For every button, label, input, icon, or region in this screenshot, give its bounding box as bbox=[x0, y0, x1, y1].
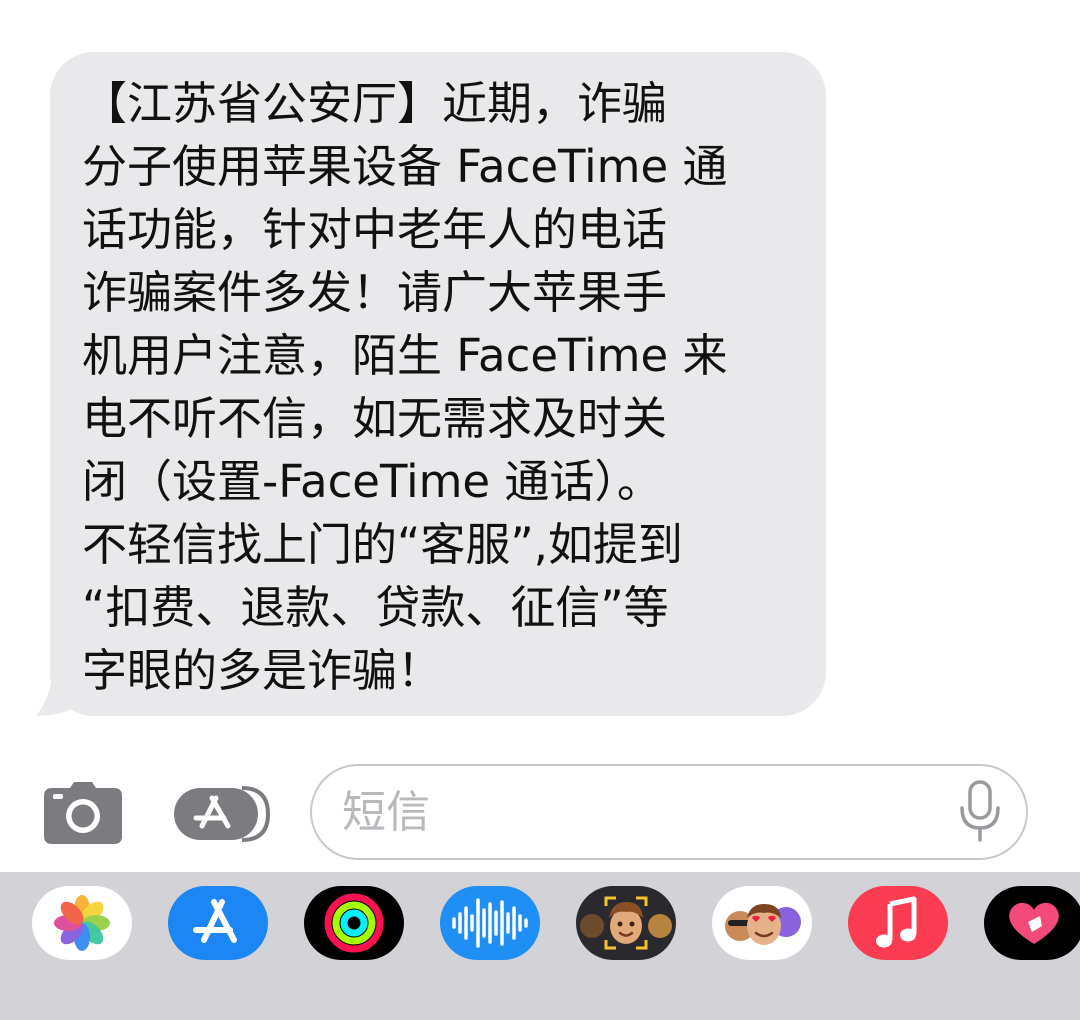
message-line: 字眼的多是诈骗！ bbox=[82, 644, 443, 697]
message-line: 机用户注意，陌生 FaceTime 来 bbox=[82, 329, 728, 382]
photos-icon bbox=[54, 895, 110, 951]
camera-icon bbox=[44, 782, 122, 844]
message-line: 诈骗案件多发！请广大苹果手 bbox=[82, 266, 668, 319]
message-text: 【江苏省公安厅】近期，诈骗 分子使用苹果设备 FaceTime 通 话功能，针对… bbox=[82, 72, 802, 702]
app-music[interactable] bbox=[848, 886, 948, 960]
imessage-app-drawer bbox=[0, 872, 1080, 1020]
message-line: 话功能，针对中老年人的电话 bbox=[82, 203, 668, 256]
dictation-button[interactable] bbox=[958, 780, 1002, 844]
app-app-store[interactable] bbox=[168, 886, 268, 960]
digital-touch-heart-icon bbox=[1009, 902, 1059, 944]
app-activity[interactable] bbox=[304, 886, 404, 960]
compose-bar bbox=[0, 760, 1080, 872]
app-store-icon bbox=[193, 899, 237, 943]
apps-button[interactable] bbox=[172, 784, 271, 844]
message-line: “扣费、退款、贷款、征信”等 bbox=[82, 581, 669, 634]
activity-rings-icon bbox=[324, 893, 384, 953]
app-memoji[interactable] bbox=[576, 886, 676, 960]
app-audio-message[interactable] bbox=[440, 886, 540, 960]
app-memoji-stickers[interactable] bbox=[712, 886, 812, 960]
message-line: 分子使用苹果设备 FaceTime 通 bbox=[82, 140, 728, 193]
memoji-stickers-icon bbox=[725, 904, 801, 945]
message-line: 闭（设置-FaceTime 通话）。 bbox=[82, 455, 662, 508]
app-photos[interactable] bbox=[32, 886, 132, 960]
memoji-icon bbox=[580, 896, 672, 950]
camera-button[interactable] bbox=[44, 782, 122, 844]
audio-waveform-icon bbox=[452, 898, 528, 948]
microphone-icon bbox=[960, 780, 1000, 842]
message-input[interactable] bbox=[342, 766, 932, 858]
app-digital-touch[interactable] bbox=[984, 886, 1080, 960]
app-store-icon bbox=[174, 786, 271, 842]
message-line: 不轻信找上门的“客服”,如提到 bbox=[82, 518, 683, 571]
message-thread: 【江苏省公安厅】近期，诈骗 分子使用苹果设备 FaceTime 通 话功能，针对… bbox=[0, 0, 1080, 760]
music-note-icon bbox=[876, 896, 917, 948]
message-line: 【江苏省公安厅】近期，诈骗 bbox=[82, 77, 668, 130]
message-field[interactable] bbox=[310, 764, 1028, 860]
message-line: 电不听不信，如无需求及时关 bbox=[82, 392, 668, 445]
